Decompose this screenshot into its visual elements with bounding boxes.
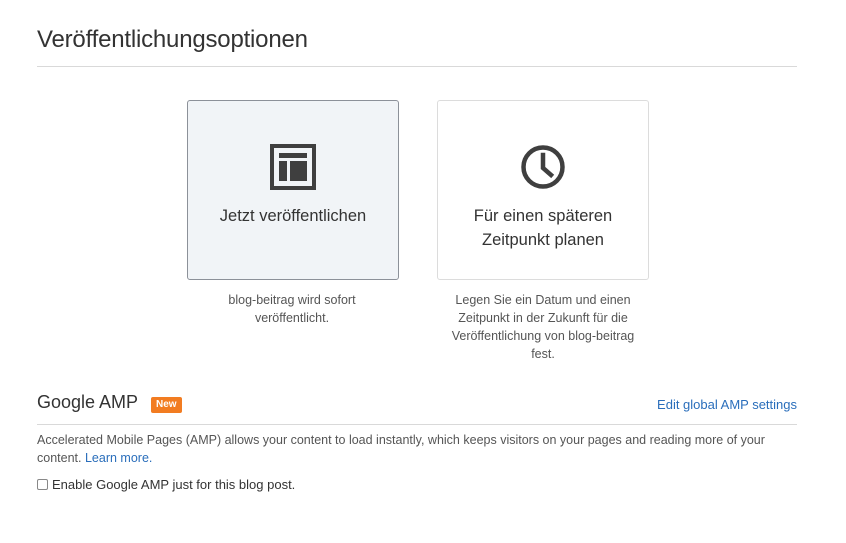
publish-now-label: Jetzt veröffentlichen bbox=[219, 207, 367, 225]
amp-section-title: Google AMP bbox=[37, 392, 139, 412]
new-badge: New bbox=[151, 397, 182, 413]
layout-icon bbox=[270, 144, 316, 190]
edit-amp-settings-link[interactable]: Edit global AMP settings bbox=[657, 397, 797, 412]
enable-amp-row[interactable]: Enable Google AMP just for this blog pos… bbox=[37, 477, 295, 492]
enable-amp-label: Enable Google AMP just for this blog pos… bbox=[52, 477, 296, 492]
clock-icon bbox=[521, 145, 565, 189]
schedule-later-card[interactable]: Für einen späteren Zeitpunkt planen bbox=[437, 100, 649, 280]
page-title: Veröffentlichungsoptionen bbox=[37, 26, 308, 53]
amp-divider bbox=[37, 424, 797, 425]
publish-now-description: blog-beitrag wird sofort veröffentlicht. bbox=[228, 293, 356, 325]
title-divider bbox=[37, 66, 797, 67]
enable-amp-checkbox[interactable] bbox=[37, 479, 48, 490]
amp-description: Accelerated Mobile Pages (AMP) allows yo… bbox=[37, 431, 799, 467]
schedule-later-label: Für einen späteren Zeitpunkt planen bbox=[473, 207, 613, 249]
publish-now-card[interactable]: Jetzt veröffentlichen bbox=[187, 100, 399, 280]
learn-more-link[interactable]: Learn more. bbox=[85, 451, 152, 465]
schedule-later-description: Legen Sie ein Datum und einen Zeitpunkt … bbox=[451, 293, 635, 361]
